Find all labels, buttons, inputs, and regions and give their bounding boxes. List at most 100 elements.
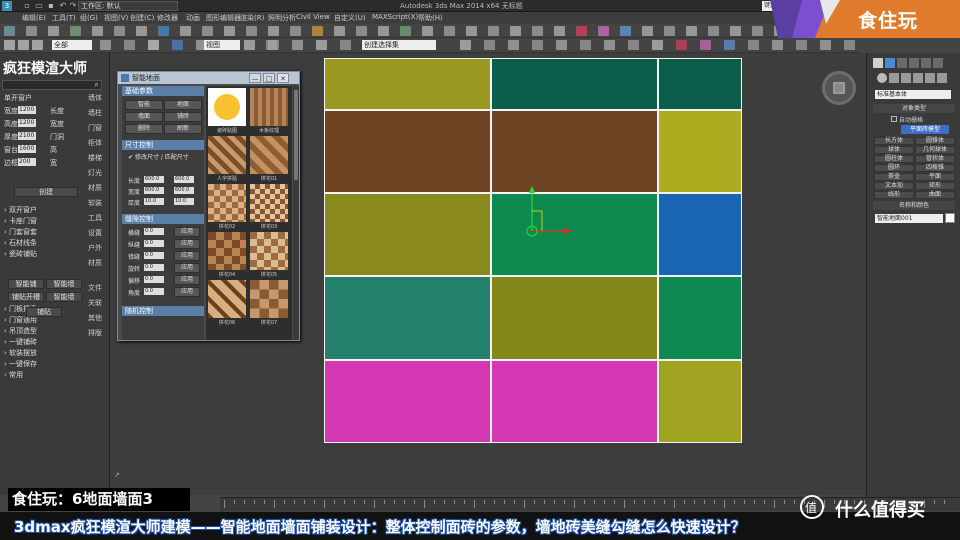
toolbar-tool-icon[interactable] — [70, 26, 81, 36]
move-gizmo[interactable] — [520, 183, 580, 243]
toolbar-tool-icon[interactable] — [290, 26, 301, 36]
toolbar-tool-icon[interactable] — [664, 26, 675, 36]
gap-value-field[interactable]: 0.0 — [144, 276, 164, 283]
toolbar-tool-icon[interactable] — [92, 26, 103, 36]
toolbar-tool-icon[interactable] — [26, 26, 37, 36]
object-type-button[interactable]: 曲面 — [915, 191, 955, 199]
object-type-button[interactable]: 长方体 — [874, 137, 914, 145]
texture-thumbnail[interactable] — [250, 232, 288, 270]
name-color-rollout[interactable]: 名称和颜色 — [873, 201, 955, 210]
create-button[interactable]: 创建 — [14, 187, 78, 197]
floor-tile[interactable] — [658, 193, 742, 276]
category-item[interactable]: › 门套窗套 — [4, 227, 37, 237]
section-gap[interactable]: 缝隙控制 — [122, 214, 204, 224]
btn-floor[interactable]: 地面 — [164, 100, 202, 110]
create-tab-icon[interactable] — [873, 58, 883, 68]
texture-thumbnail[interactable] — [250, 280, 288, 318]
apply-button[interactable]: 应用 — [174, 239, 200, 249]
selected-object-type[interactable]: 平面砖模型 — [901, 125, 949, 134]
side-tab[interactable]: 文件 — [88, 283, 102, 293]
object-color-swatch[interactable] — [945, 213, 955, 223]
menu-item[interactable]: 视图(V) — [104, 13, 128, 23]
object-type-rollout[interactable]: 对象类型 — [873, 104, 955, 113]
toolbar-tool-icon[interactable] — [708, 26, 719, 36]
menu-item[interactable]: 动画 — [186, 13, 200, 23]
toolbar-tool-icon[interactable] — [340, 40, 351, 50]
toolbar-tool-icon[interactable] — [202, 26, 213, 36]
toolbar-tool-icon[interactable] — [114, 26, 125, 36]
tile-tool-button[interactable]: 智能铺 — [8, 279, 44, 289]
toolbar-tool-icon[interactable] — [148, 40, 159, 50]
lights-icon[interactable] — [901, 73, 911, 83]
floor-tile[interactable] — [324, 193, 491, 276]
size-value-field[interactable]: 600.0 — [144, 187, 164, 194]
category-item[interactable]: › 石材线条 — [4, 238, 37, 248]
side-tab[interactable]: 工具 — [88, 213, 102, 223]
size-value-field-2[interactable]: 600.0 — [174, 176, 194, 183]
toolbar-tool-icon[interactable] — [100, 40, 111, 50]
menu-item[interactable]: 组(G) — [80, 13, 98, 23]
toolbar-tool-icon[interactable] — [180, 26, 191, 36]
motion-tab-icon[interactable] — [909, 58, 919, 68]
section-random[interactable]: 随机控制 — [122, 306, 204, 316]
toolbar-tool-icon[interactable] — [316, 40, 327, 50]
texture-thumbnail[interactable] — [250, 88, 288, 126]
category-item[interactable]: › 常用 — [4, 370, 23, 380]
toolbar-tool-icon[interactable] — [580, 40, 591, 50]
size-value-field-2[interactable]: 10.0 — [174, 198, 194, 205]
toolbar-tool-icon[interactable] — [172, 40, 183, 50]
tile-tool-button[interactable]: 铺贴 — [26, 307, 62, 317]
toolbar-tool-icon[interactable] — [466, 26, 477, 36]
object-type-button[interactable]: 圆柱体 — [874, 155, 914, 163]
floor-tile[interactable] — [491, 360, 658, 443]
btn-delete[interactable]: 删除 — [125, 124, 163, 134]
apply-button[interactable]: 应用 — [174, 227, 200, 237]
toolbar-tool-icon[interactable] — [620, 26, 631, 36]
open-file-icon[interactable]: ▭ — [34, 1, 44, 11]
toolbar-tool-icon[interactable] — [748, 40, 759, 50]
menu-item[interactable]: 图形编辑器 — [206, 13, 241, 23]
menu-item[interactable]: 自定义(U) — [334, 13, 366, 23]
param-value-field[interactable]: 200 — [18, 158, 36, 166]
toolbar-tool-icon[interactable] — [628, 40, 639, 50]
save-icon[interactable]: ▪ — [46, 1, 56, 11]
toolbar-tool-icon[interactable] — [676, 40, 687, 50]
texture-thumbnail[interactable] — [208, 136, 246, 174]
floor-tile[interactable] — [324, 276, 491, 360]
category-item[interactable]: › 一键铺砖 — [4, 337, 37, 347]
floor-tile[interactable] — [324, 360, 491, 443]
display-tab-icon[interactable] — [921, 58, 931, 68]
toolbar-tool-icon[interactable] — [642, 26, 653, 36]
bind-spacewarp-icon[interactable] — [32, 40, 43, 50]
texture-thumbnail[interactable] — [208, 280, 246, 318]
redo-icon[interactable]: ↷ — [68, 1, 78, 11]
btn-tile[interactable]: 铺砖 — [164, 112, 202, 122]
reference-coord-dropdown[interactable]: 视图 — [204, 40, 240, 50]
hierarchy-tab-icon[interactable] — [897, 58, 907, 68]
geometry-icon[interactable] — [877, 73, 887, 83]
texture-thumbnail[interactable] — [250, 136, 288, 174]
toolbar-tool-icon[interactable] — [136, 26, 147, 36]
side-tab[interactable]: 楼梯 — [88, 153, 102, 163]
toolbar-tool-icon[interactable] — [820, 40, 831, 50]
minimize-button[interactable]: — — [249, 73, 261, 83]
tile-tool-button[interactable]: 智能墙 — [46, 279, 82, 289]
toolbar-tool-icon[interactable] — [312, 26, 323, 36]
side-tab[interactable]: 其他 — [88, 313, 102, 323]
toolbar-tool-icon[interactable] — [796, 40, 807, 50]
gap-value-field[interactable]: 0.0 — [144, 240, 164, 247]
utilities-tab-icon[interactable] — [933, 58, 943, 68]
toolbar-tool-icon[interactable] — [484, 40, 495, 50]
menu-item[interactable]: 渲染(R) — [240, 13, 264, 23]
dialog-scrollbar[interactable] — [293, 86, 299, 340]
cameras-icon[interactable] — [913, 73, 923, 83]
size-value-field[interactable]: 10.0 — [144, 198, 164, 205]
object-type-button[interactable]: 茶壶 — [874, 173, 914, 181]
named-selection-dropdown[interactable]: 创建选择集 — [362, 40, 436, 50]
gap-value-field[interactable]: 0.0 — [144, 264, 164, 271]
toolbar-tool-icon[interactable] — [724, 40, 735, 50]
side-tab[interactable]: 门窗 — [88, 123, 102, 133]
toolbar-tool-icon[interactable] — [700, 40, 711, 50]
floor-tile[interactable] — [658, 110, 742, 193]
toolbar-tool-icon[interactable] — [576, 26, 587, 36]
